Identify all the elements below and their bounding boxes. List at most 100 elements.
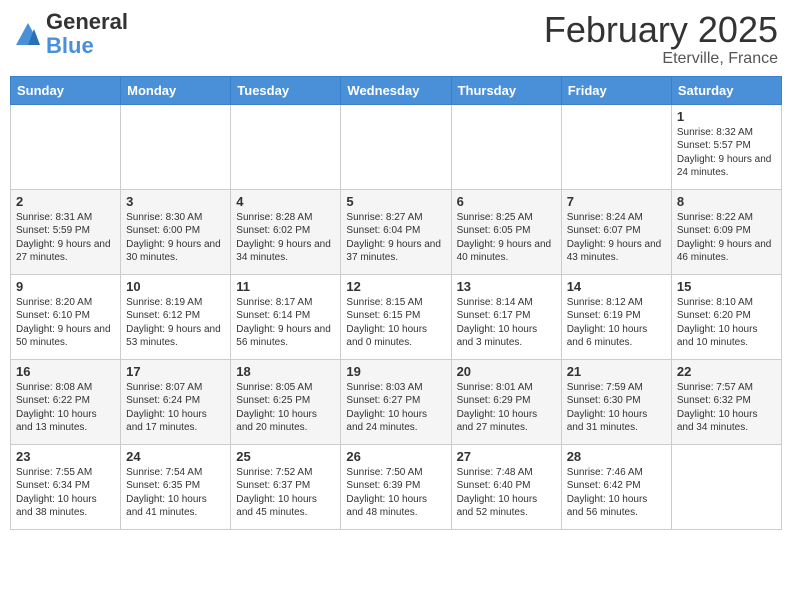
location: Eterville, France [544,50,778,68]
calendar-cell: 10 Sunrise: 8:19 AM Sunset: 6:12 PM Dayli… [121,274,231,359]
day-number: 17 [126,364,225,379]
day-number: 11 [236,279,335,294]
day-number: 20 [457,364,556,379]
day-info: Sunrise: 8:25 AM Sunset: 6:05 PM Dayligh… [457,211,556,265]
page-header: General Blue February 2025 Eterville, Fr… [10,10,782,68]
calendar-cell [561,104,671,189]
calendar-cell: 21 Sunrise: 7:59 AM Sunset: 6:30 PM Dayli… [561,359,671,444]
col-thursday: Thursday [451,76,561,104]
calendar-cell: 20 Sunrise: 8:01 AM Sunset: 6:29 PM Dayli… [451,359,561,444]
day-number: 25 [236,449,335,464]
day-number: 13 [457,279,556,294]
calendar-cell: 1 Sunrise: 8:32 AM Sunset: 5:57 PM Daylig… [671,104,781,189]
month-title: February 2025 [544,10,778,50]
day-info: Sunrise: 8:20 AM Sunset: 6:10 PM Dayligh… [16,296,115,350]
day-info: Sunrise: 8:03 AM Sunset: 6:27 PM Dayligh… [346,381,445,435]
calendar-cell [341,104,451,189]
day-number: 9 [16,279,115,294]
day-number: 8 [677,194,776,209]
calendar-week-2: 2 Sunrise: 8:31 AM Sunset: 5:59 PM Daylig… [11,189,782,274]
day-number: 2 [16,194,115,209]
day-info: Sunrise: 8:17 AM Sunset: 6:14 PM Dayligh… [236,296,335,350]
calendar-cell: 14 Sunrise: 8:12 AM Sunset: 6:19 PM Dayli… [561,274,671,359]
calendar-cell: 17Sunrise: 8:07 AM Sunset: 6:24 PM Dayli… [121,359,231,444]
day-number: 23 [16,449,115,464]
day-info: Sunrise: 8:01 AM Sunset: 6:29 PM Dayligh… [457,381,556,435]
day-info: Sunrise: 7:55 AM Sunset: 6:34 PM Dayligh… [16,466,115,520]
day-info: Sunrise: 8:31 AM Sunset: 5:59 PM Dayligh… [16,211,115,265]
calendar-cell [451,104,561,189]
day-number: 14 [567,279,666,294]
col-saturday: Saturday [671,76,781,104]
logo-general: General [46,10,128,34]
calendar-cell: 19Sunrise: 8:03 AM Sunset: 6:27 PM Dayli… [341,359,451,444]
calendar-cell: 15 Sunrise: 8:10 AM Sunset: 6:20 PM Dayli… [671,274,781,359]
calendar-week-1: 1 Sunrise: 8:32 AM Sunset: 5:57 PM Daylig… [11,104,782,189]
day-number: 21 [567,364,666,379]
col-monday: Monday [121,76,231,104]
calendar-week-3: 9 Sunrise: 8:20 AM Sunset: 6:10 PM Daylig… [11,274,782,359]
day-info: Sunrise: 7:57 AM Sunset: 6:32 PM Dayligh… [677,381,776,435]
day-info: Sunrise: 7:52 AM Sunset: 6:37 PM Dayligh… [236,466,335,520]
day-number: 26 [346,449,445,464]
calendar-cell: 3Sunrise: 8:30 AM Sunset: 6:00 PM Daylig… [121,189,231,274]
day-info: Sunrise: 8:10 AM Sunset: 6:20 PM Dayligh… [677,296,776,350]
day-number: 7 [567,194,666,209]
calendar-cell [11,104,121,189]
day-number: 22 [677,364,776,379]
calendar-cell: 12 Sunrise: 8:15 AM Sunset: 6:15 PM Dayli… [341,274,451,359]
day-number: 6 [457,194,556,209]
day-info: Sunrise: 7:54 AM Sunset: 6:35 PM Dayligh… [126,466,225,520]
day-info: Sunrise: 7:46 AM Sunset: 6:42 PM Dayligh… [567,466,666,520]
col-friday: Friday [561,76,671,104]
calendar-cell: 27Sunrise: 7:48 AM Sunset: 6:40 PM Dayli… [451,444,561,529]
day-number: 12 [346,279,445,294]
calendar-cell: 26 Sunrise: 7:50 AM Sunset: 6:39 PM Dayli… [341,444,451,529]
calendar-cell: 25 Sunrise: 7:52 AM Sunset: 6:37 PM Dayli… [231,444,341,529]
calendar-cell: 8 Sunrise: 8:22 AM Sunset: 6:09 PM Daylig… [671,189,781,274]
day-info: Sunrise: 8:05 AM Sunset: 6:25 PM Dayligh… [236,381,335,435]
calendar-cell: 2 Sunrise: 8:31 AM Sunset: 5:59 PM Daylig… [11,189,121,274]
day-info: Sunrise: 8:27 AM Sunset: 6:04 PM Dayligh… [346,211,445,265]
calendar-week-5: 23 Sunrise: 7:55 AM Sunset: 6:34 PM Dayli… [11,444,782,529]
day-number: 3 [126,194,225,209]
day-number: 1 [677,109,776,124]
day-number: 5 [346,194,445,209]
day-info: Sunrise: 8:32 AM Sunset: 5:57 PM Dayligh… [677,126,776,180]
calendar-cell: 16 Sunrise: 8:08 AM Sunset: 6:22 PM Dayli… [11,359,121,444]
calendar-header-row: Sunday Monday Tuesday Wednesday Thursday… [11,76,782,104]
col-tuesday: Tuesday [231,76,341,104]
day-number: 18 [236,364,335,379]
day-number: 16 [16,364,115,379]
day-info: Sunrise: 8:24 AM Sunset: 6:07 PM Dayligh… [567,211,666,265]
calendar-cell: 23 Sunrise: 7:55 AM Sunset: 6:34 PM Dayli… [11,444,121,529]
day-number: 28 [567,449,666,464]
calendar-cell: 5 Sunrise: 8:27 AM Sunset: 6:04 PM Daylig… [341,189,451,274]
day-number: 10 [126,279,225,294]
day-info: Sunrise: 8:14 AM Sunset: 6:17 PM Dayligh… [457,296,556,350]
calendar-cell: 22 Sunrise: 7:57 AM Sunset: 6:32 PM Dayli… [671,359,781,444]
logo-text: General Blue [46,10,128,58]
calendar-cell: 11 Sunrise: 8:17 AM Sunset: 6:14 PM Dayli… [231,274,341,359]
calendar-week-4: 16 Sunrise: 8:08 AM Sunset: 6:22 PM Dayli… [11,359,782,444]
calendar-cell: 18 Sunrise: 8:05 AM Sunset: 6:25 PM Dayli… [231,359,341,444]
day-info: Sunrise: 8:12 AM Sunset: 6:19 PM Dayligh… [567,296,666,350]
day-info: Sunrise: 7:59 AM Sunset: 6:30 PM Dayligh… [567,381,666,435]
calendar-cell: 28 Sunrise: 7:46 AM Sunset: 6:42 PM Dayli… [561,444,671,529]
day-number: 24 [126,449,225,464]
day-info: Sunrise: 8:22 AM Sunset: 6:09 PM Dayligh… [677,211,776,265]
day-number: 15 [677,279,776,294]
calendar-cell: 4Sunrise: 8:28 AM Sunset: 6:02 PM Daylig… [231,189,341,274]
day-info: Sunrise: 8:28 AM Sunset: 6:02 PM Dayligh… [236,211,335,265]
calendar-cell [121,104,231,189]
calendar-cell [231,104,341,189]
day-info: Sunrise: 8:08 AM Sunset: 6:22 PM Dayligh… [16,381,115,435]
calendar-cell: 9 Sunrise: 8:20 AM Sunset: 6:10 PM Daylig… [11,274,121,359]
day-info: Sunrise: 7:50 AM Sunset: 6:39 PM Dayligh… [346,466,445,520]
title-block: February 2025 Eterville, France [544,10,778,68]
logo: General Blue [14,10,128,58]
day-info: Sunrise: 8:15 AM Sunset: 6:15 PM Dayligh… [346,296,445,350]
day-info: Sunrise: 7:48 AM Sunset: 6:40 PM Dayligh… [457,466,556,520]
day-info: Sunrise: 8:19 AM Sunset: 6:12 PM Dayligh… [126,296,225,350]
calendar-table: Sunday Monday Tuesday Wednesday Thursday… [10,76,782,530]
